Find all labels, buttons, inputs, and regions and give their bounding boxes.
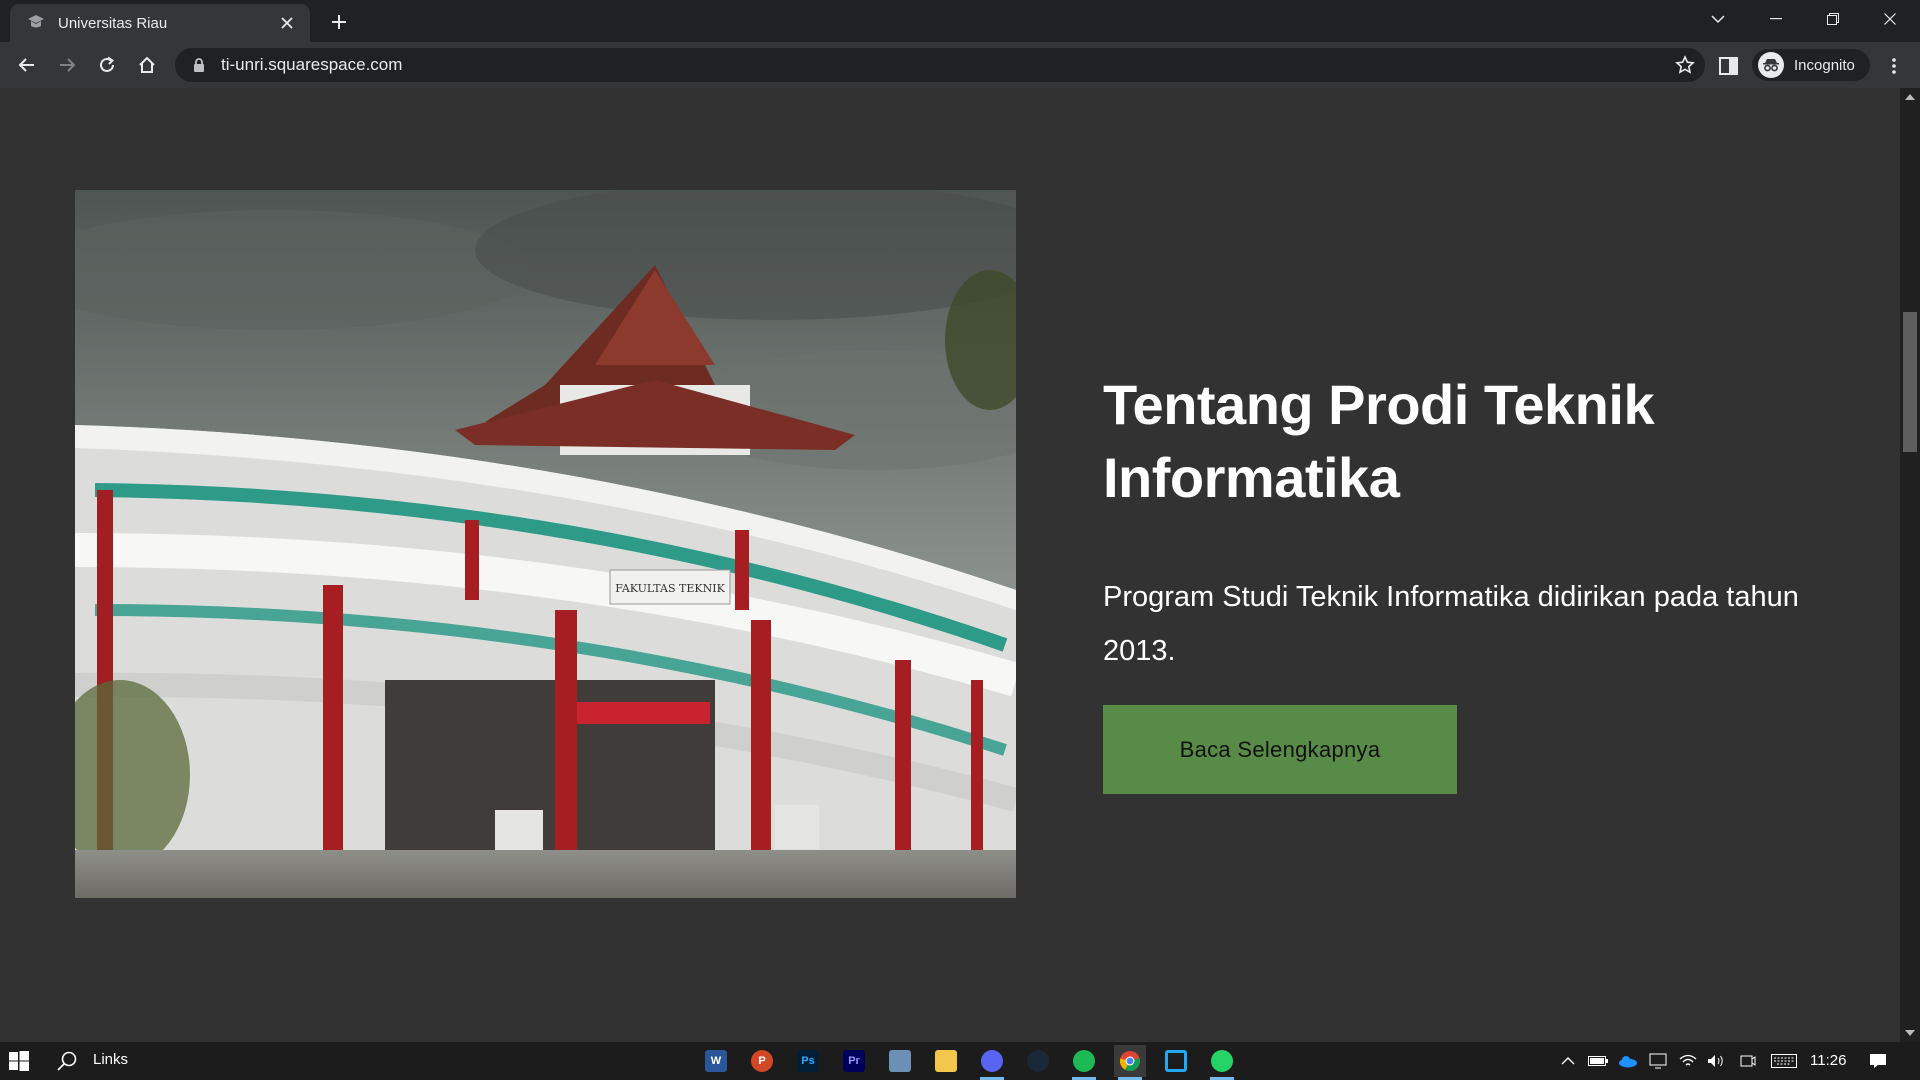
tab-search-icon[interactable] [1690, 0, 1746, 38]
address-bar[interactable]: ti-unri.squarespace.com [175, 48, 1705, 82]
wifi-icon[interactable] [1678, 1051, 1698, 1071]
minimize-button[interactable] [1748, 0, 1804, 38]
tab-title: Universitas Riau [58, 14, 168, 32]
taskbar-clock[interactable]: 11:26 [1810, 1052, 1846, 1069]
arrow-right-icon [60, 58, 76, 72]
notifications-icon[interactable] [1868, 1051, 1888, 1071]
premiere-icon[interactable]: Pr [838, 1045, 870, 1077]
new-tab-button[interactable] [325, 8, 353, 36]
scroll-down-icon[interactable] [1900, 1024, 1920, 1042]
word-icon[interactable]: W [700, 1045, 732, 1077]
photoshop-icon[interactable]: Ps [792, 1045, 824, 1077]
steam-icon[interactable] [1022, 1045, 1054, 1077]
kebab-menu-icon [1892, 58, 1896, 74]
browser-menu-button[interactable] [1880, 52, 1908, 80]
section-description: Program Studi Teknik Informatika didirik… [1103, 581, 1799, 667]
file-explorer-icon[interactable] [930, 1045, 962, 1077]
side-panel-icon[interactable] [1718, 55, 1740, 77]
discord-icon[interactable] [976, 1045, 1008, 1080]
onedrive-icon[interactable] [1618, 1051, 1638, 1071]
search-icon[interactable] [56, 1050, 78, 1072]
tray-chevron-icon[interactable] [1558, 1051, 1578, 1071]
page-scrollbar[interactable] [1900, 88, 1920, 1042]
close-tab-icon[interactable] [276, 12, 298, 34]
arrow-left-icon [18, 58, 34, 72]
read-more-button[interactable]: Baca Selengkapnya [1103, 705, 1457, 794]
about-section: Tentang Prodi Teknik Informatika Program… [1103, 368, 1823, 678]
section-heading: Tentang Prodi Teknik Informatika [1103, 373, 1655, 509]
forward-button[interactable] [51, 49, 83, 81]
back-button[interactable] [11, 49, 43, 81]
home-icon [139, 56, 155, 73]
battery-icon[interactable] [1588, 1051, 1608, 1071]
address-text: ti-unri.squarespace.com [221, 55, 403, 74]
vscode-icon[interactable] [1160, 1045, 1192, 1077]
incognito-profile-button[interactable]: Incognito [1752, 49, 1870, 81]
spotify-icon[interactable] [1068, 1045, 1100, 1080]
browser-toolbar: ti-unri.squarespace.com Incognito [0, 42, 1920, 88]
page-viewport: FAKULTAS TEKNIK Tentang Prodi Teknik Inf… [0, 88, 1920, 1042]
display-sync-icon[interactable] [1648, 1051, 1668, 1071]
lock-icon [194, 58, 204, 72]
windows-start-icon[interactable] [8, 1050, 30, 1072]
bookmark-star-icon[interactable] [1675, 55, 1695, 75]
volume-icon[interactable] [1706, 1051, 1726, 1071]
tab-strip: Universitas Riau [0, 0, 1920, 42]
windows-taskbar: Links W P Ps Pr 11:26 [0, 1042, 1920, 1080]
building-sign-text: FAKULTAS TEKNIK [615, 582, 725, 595]
faculty-building-image: FAKULTAS TEKNIK [75, 190, 1016, 898]
profile-label: Incognito [1794, 56, 1855, 74]
home-button[interactable] [131, 49, 163, 81]
incognito-icon [1758, 52, 1784, 78]
reload-button[interactable] [91, 49, 123, 81]
whatsapp-icon[interactable] [1206, 1045, 1238, 1080]
chrome-icon[interactable] [1114, 1045, 1146, 1080]
powerpoint-icon[interactable]: P [746, 1045, 778, 1077]
taskbar-search-label[interactable]: Links [93, 1051, 128, 1068]
scroll-up-icon[interactable] [1900, 88, 1920, 106]
scrollbar-thumb[interactable] [1903, 312, 1917, 452]
restore-button[interactable] [1805, 0, 1861, 38]
browser-tab[interactable]: Universitas Riau [10, 4, 310, 42]
project-screen-icon[interactable] [1738, 1051, 1758, 1071]
close-window-button[interactable] [1862, 0, 1918, 38]
photos-icon[interactable] [884, 1045, 916, 1077]
keyboard-icon[interactable] [1770, 1051, 1798, 1071]
reload-icon [100, 56, 115, 72]
graduation-cap-icon [28, 15, 44, 28]
